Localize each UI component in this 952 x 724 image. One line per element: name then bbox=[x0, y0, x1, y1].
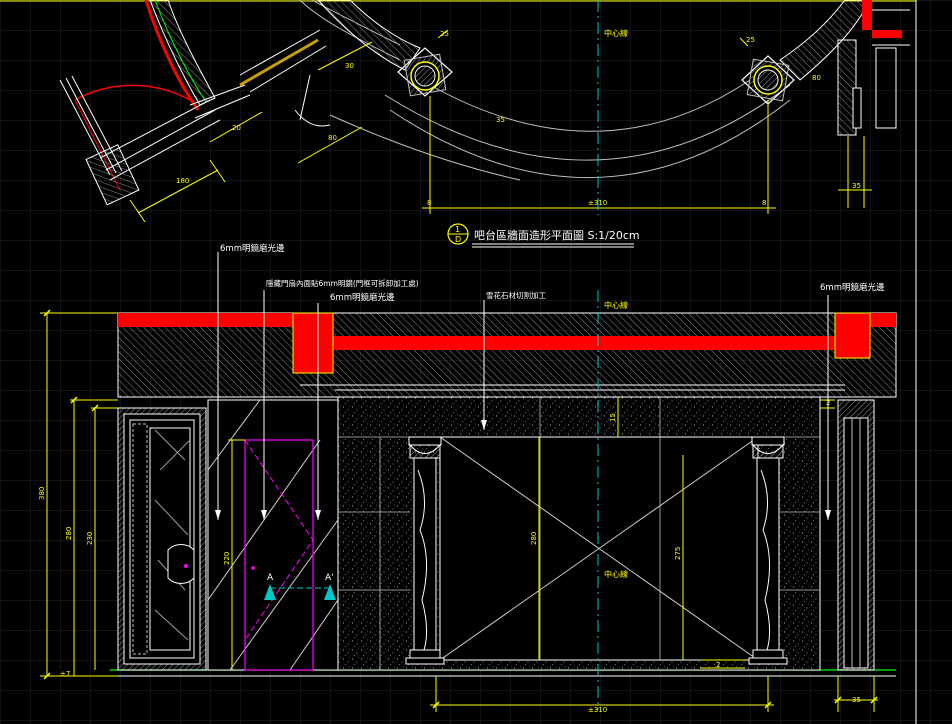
dim-height-total: 380 bbox=[38, 487, 46, 500]
elev-center-label: 中心線 bbox=[604, 300, 628, 310]
dim-bottom-7: ±7 bbox=[60, 670, 70, 678]
plan-dim-right-80: 80 bbox=[812, 74, 821, 82]
plan-dim-30: 30 bbox=[345, 62, 354, 70]
plan-dim-25-right: 25 bbox=[746, 36, 755, 44]
note-mirror-mid: 6mm明鏡磨光邊 bbox=[330, 292, 395, 303]
plan-dim-right-8: 8 bbox=[762, 199, 766, 207]
plan-dim-overall: ±310 bbox=[588, 199, 607, 207]
elev-center-label-2: 中心線 bbox=[604, 569, 628, 579]
ceiling-red-center bbox=[332, 336, 835, 350]
elevation-view: A A' 中心線 中心線 6mm明鏡磨光邊 隱藏門扇內面貼6mm明鏡(門框可拆卸… bbox=[38, 243, 897, 714]
plan-dim-35: 35 bbox=[496, 116, 505, 124]
dim-bottom-2: 2 bbox=[716, 661, 720, 669]
note-hidden-door: 隱藏門扇內面貼6mm明鏡(門框可拆卸加工處) bbox=[266, 278, 419, 288]
dim-bottom-right-35: 35 bbox=[852, 696, 861, 704]
note-mirror-left: 6mm明鏡磨光邊 bbox=[220, 243, 285, 254]
plan-dim-25-left: 25 bbox=[440, 30, 449, 38]
ceiling-red-right bbox=[870, 313, 896, 327]
dim-height-mid: 220 bbox=[223, 552, 231, 565]
cut-a-left: A bbox=[267, 573, 274, 583]
plan-dim-180: 180 bbox=[176, 177, 189, 185]
ceiling-red-block-left bbox=[292, 312, 334, 374]
cut-a-right: A' bbox=[325, 573, 334, 583]
plan-title: 吧台區牆面造形平面圖 S:1/20cm bbox=[474, 228, 640, 242]
dim-height-inner: 230 bbox=[86, 532, 94, 545]
dim-top-15: 15 bbox=[609, 413, 617, 422]
dim-height-column: 275 bbox=[674, 547, 682, 560]
note-stone: 雪花石材切割加工 bbox=[486, 290, 546, 300]
plan-dim-80: 80 bbox=[328, 134, 337, 142]
section-marker-bottom: D bbox=[455, 235, 461, 244]
section-marker-top: 1 bbox=[455, 225, 460, 234]
plan-dim-left-8: 8 bbox=[427, 199, 431, 207]
left-door bbox=[117, 407, 207, 671]
cad-drawing: 中心線 ±310 8 8 25 25 30 35 80 180 20 35 80… bbox=[0, 0, 952, 724]
ceiling-red-block-right bbox=[834, 312, 871, 359]
dim-height-center: 280 bbox=[530, 532, 538, 545]
note-mirror-right: 6mm明鏡磨光邊 bbox=[820, 282, 885, 293]
dim-overall-bottom: ±310 bbox=[588, 706, 607, 714]
ceiling-red-left bbox=[118, 313, 293, 327]
dim-top-2: 2 bbox=[826, 399, 830, 407]
plan-dim-20: 20 bbox=[232, 124, 241, 132]
dim-height-door: 280 bbox=[65, 527, 73, 540]
plan-center-label: 中心線 bbox=[604, 28, 628, 38]
plan-dim-right-35: 35 bbox=[852, 182, 861, 190]
